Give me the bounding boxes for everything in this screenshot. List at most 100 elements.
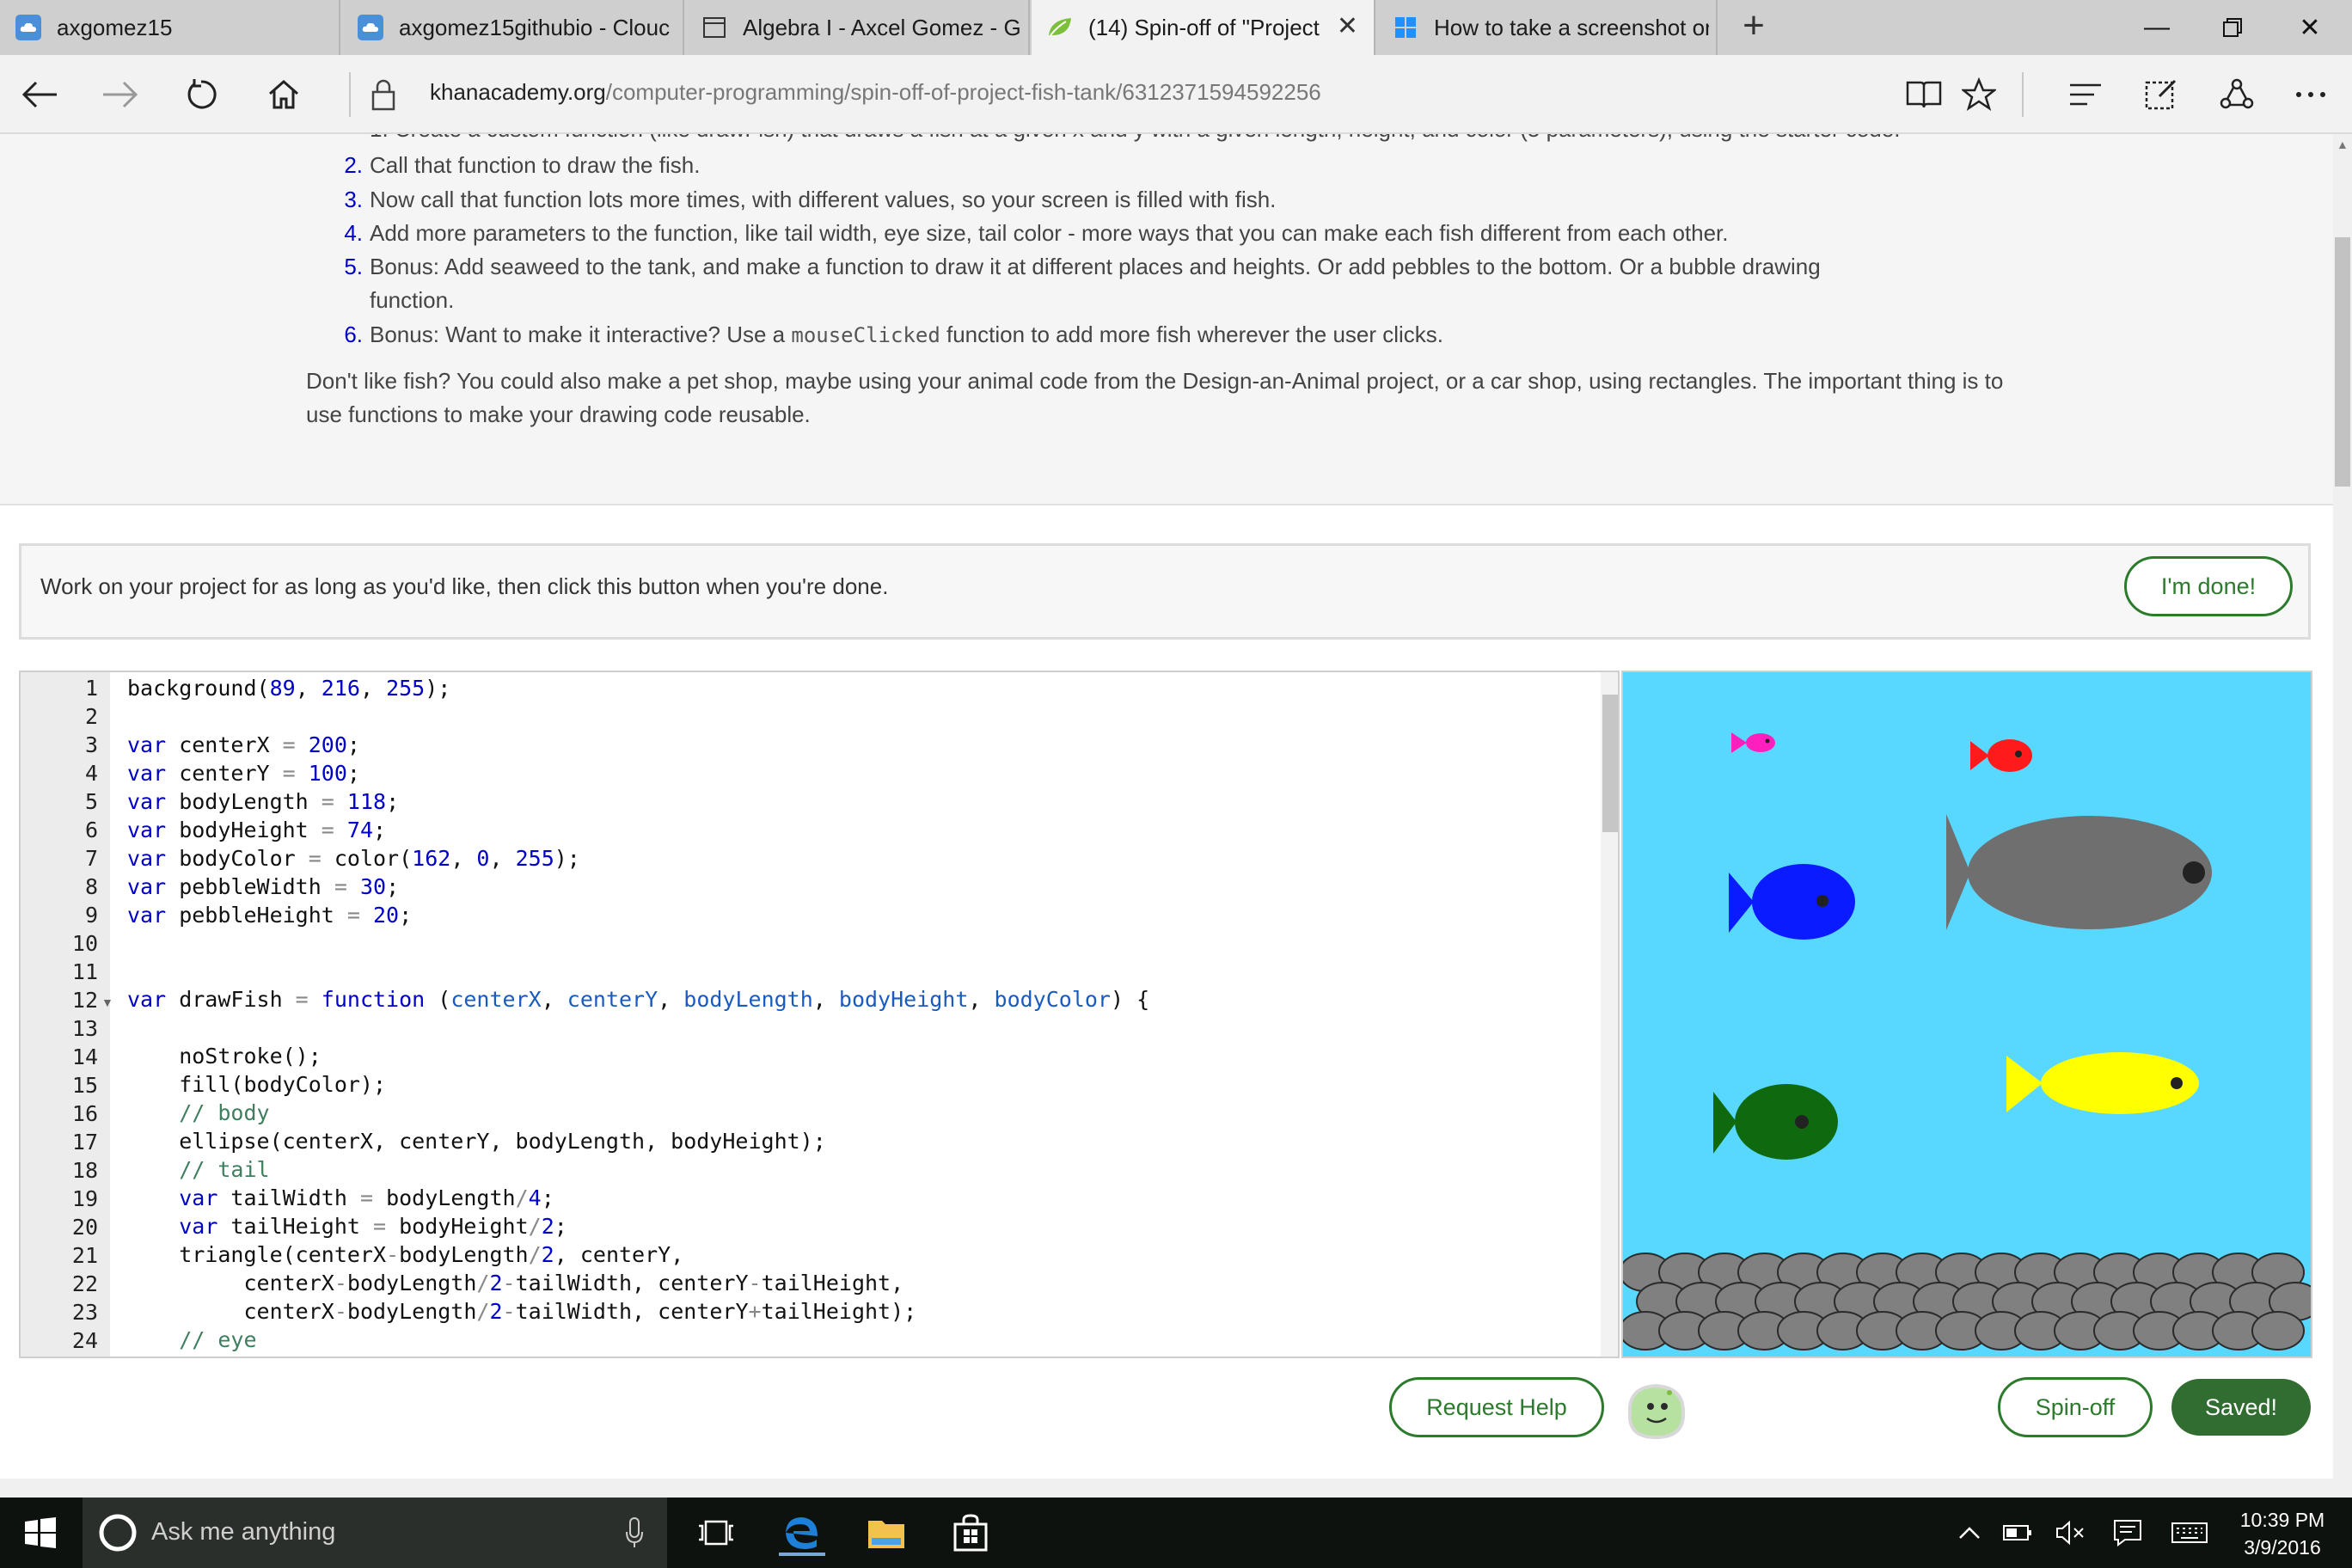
step-number: 5. <box>344 254 363 279</box>
code-line[interactable]: // tail <box>127 1157 269 1182</box>
forward-icon[interactable] <box>96 70 144 119</box>
file-explorer-icon[interactable] <box>863 1510 910 1556</box>
share-icon[interactable] <box>2213 70 2261 119</box>
fold-arrow-icon[interactable]: ▼ <box>101 995 113 1009</box>
hub-icon[interactable] <box>2061 70 2110 119</box>
code-line[interactable]: triangle(centerX-bodyLength/2, centerY, <box>127 1242 683 1267</box>
close-window-icon[interactable]: ✕ <box>2269 0 2350 55</box>
tab-strip: axgomez15 axgomez15githubio - Clouc Alge… <box>0 0 2352 55</box>
line-number: 20 <box>71 1215 98 1240</box>
line-number: 17 <box>71 1130 98 1155</box>
request-help-button[interactable]: Request Help <box>1389 1377 1604 1437</box>
code-line[interactable]: noStroke(); <box>127 1044 322 1069</box>
microphone-icon[interactable] <box>624 1516 645 1553</box>
code-line[interactable]: // eye <box>127 1327 256 1352</box>
restore-icon[interactable] <box>2192 0 2273 55</box>
reading-view-icon[interactable] <box>1900 70 1948 119</box>
inline-code: mouseClicked <box>791 323 940 347</box>
line-number: 8 <box>84 874 98 899</box>
code-line[interactable]: var centerX = 200; <box>127 732 360 757</box>
output-canvas[interactable] <box>1621 671 2312 1358</box>
code-line[interactable]: centerX-bodyLength/2-tailWidth, centerY-… <box>127 1271 903 1295</box>
cortana-search[interactable]: Ask me anything <box>83 1498 667 1568</box>
code-line[interactable]: var pebbleHeight = 20; <box>127 903 412 928</box>
web-note-icon[interactable] <box>2137 70 2185 119</box>
search-input[interactable]: Ask me anything <box>151 1518 335 1547</box>
step-text: Bonus: Want to make it interactive? Use … <box>370 322 792 347</box>
scroll-up-icon[interactable]: ▲ <box>2337 138 2349 151</box>
minimize-icon[interactable]: — <box>2116 0 2197 55</box>
editor-scroll-thumb[interactable] <box>1602 695 1618 832</box>
page-scroll-thumb[interactable] <box>2335 237 2350 487</box>
url-domain: khanacademy.org <box>430 79 606 105</box>
tab-axgomez15githubio[interactable]: axgomez15githubio - Clouc <box>342 0 684 55</box>
tab-spin-off-project[interactable]: (14) Spin-off of "Project ✕ <box>1032 0 1375 55</box>
edge-icon[interactable] <box>779 1510 825 1556</box>
code-line[interactable]: fill(bodyColor); <box>127 1072 386 1097</box>
code-line[interactable]: var bodyColor = color(162, 0, 255); <box>127 846 580 871</box>
cloud9-favicon-icon <box>15 15 41 40</box>
code-line[interactable]: ellipse(centerX, centerY, bodyLength, bo… <box>127 1129 826 1154</box>
editor-scrollbar[interactable] <box>1601 672 1618 1357</box>
new-tab-icon[interactable]: + <box>1733 7 1774 48</box>
code-line[interactable]: var tailHeight = bodyHeight/2; <box>127 1214 567 1239</box>
code-line[interactable]: var drawFish = function (centerX, center… <box>127 987 1149 1012</box>
avatar[interactable] <box>1625 1381 1688 1441</box>
saved-button[interactable]: Saved! <box>2171 1379 2311 1436</box>
tab-title: axgomez15githubio - Clouc <box>399 14 671 40</box>
line-number: 3 <box>84 732 98 757</box>
show-hidden-icons-icon[interactable] <box>1946 1510 1993 1556</box>
code-line[interactable]: var pebbleWidth = 30; <box>127 874 399 899</box>
line-number: 5 <box>84 789 98 814</box>
work-bar: Work on your project for as long as you'… <box>19 543 2311 640</box>
step-number: 4. <box>344 220 363 246</box>
separator <box>349 72 351 117</box>
system-clock[interactable]: 10:39 PM 3/9/2016 <box>2218 1506 2347 1561</box>
step-text: function. <box>370 287 455 313</box>
code-line[interactable]: var bodyHeight = 74; <box>127 818 386 842</box>
instruction-cut-line: 1. Create a custom function (like drawFi… <box>370 134 1900 146</box>
taskbar: Ask me anything 10:39 PM 3/9/2016 <box>0 1498 2352 1568</box>
tab-algebra[interactable]: Algebra I - Axcel Gomez - G <box>686 0 1030 55</box>
fish-tank-drawing <box>1623 672 2311 1357</box>
start-windows-icon[interactable] <box>17 1510 64 1556</box>
tab-screenshot-howto[interactable]: How to take a screenshot or <box>1377 0 1718 55</box>
step-number: 6. <box>344 322 363 347</box>
spin-off-button[interactable]: Spin-off <box>1998 1377 2153 1437</box>
code-line[interactable]: // body <box>127 1100 269 1125</box>
tab-axgomez15[interactable]: axgomez15 <box>0 0 340 55</box>
battery-icon[interactable] <box>1994 1510 2041 1556</box>
store-icon[interactable] <box>947 1510 994 1556</box>
keyboard-icon[interactable] <box>2166 1510 2213 1556</box>
code-line[interactable]: var centerY = 100; <box>127 761 360 786</box>
code-line[interactable]: var tailWidth = bodyLength/4; <box>127 1185 554 1210</box>
instructions-note: Don't like fish? You could also make a p… <box>306 368 2004 427</box>
code-line[interactable]: var bodyLength = 118; <box>127 789 399 814</box>
separator <box>2022 72 2024 117</box>
code-line[interactable]: background(89, 216, 255); <box>127 676 450 701</box>
page-scrollbar[interactable]: ▲ <box>2333 134 2352 1479</box>
instruction-step: 3. Now call that function lots more time… <box>344 182 1276 217</box>
pebble <box>2251 1311 2305 1351</box>
volume-muted-icon[interactable] <box>2048 1510 2094 1556</box>
im-done-button[interactable]: I'm done! <box>2124 556 2293 616</box>
favorite-star-icon[interactable] <box>1955 70 2003 119</box>
task-view-icon[interactable] <box>693 1510 739 1556</box>
address-input[interactable]: khanacademy.org/computer-programming/spi… <box>430 79 1321 106</box>
lock-icon[interactable] <box>359 70 407 119</box>
project-instructions: 1. Create a custom function (like drawFi… <box>0 134 2333 505</box>
back-icon[interactable] <box>15 70 64 119</box>
line-number: 15 <box>71 1073 98 1098</box>
line-number: 24 <box>71 1328 98 1353</box>
code-line[interactable]: centerX-bodyLength/2-tailWidth, centerY+… <box>127 1299 916 1324</box>
work-message: Work on your project for as long as you'… <box>40 573 889 599</box>
refresh-icon[interactable] <box>177 70 225 119</box>
clock-time: 10:39 PM <box>2239 1509 2325 1531</box>
horizontal-scrollbar[interactable] <box>0 1479 2352 1498</box>
more-icon[interactable] <box>2287 70 2335 119</box>
action-center-icon[interactable] <box>2104 1510 2151 1556</box>
home-icon[interactable] <box>260 70 308 119</box>
code-editor[interactable]: 1 2 3 4 5 6 7 8 9 10 11 12 13 14 15 16 17 18 19 20 21 22 23 24 … <box>19 671 1620 1358</box>
tab-title: How to take a screenshot or <box>1434 14 1709 40</box>
tab-close-icon[interactable]: ✕ <box>1337 14 1358 40</box>
